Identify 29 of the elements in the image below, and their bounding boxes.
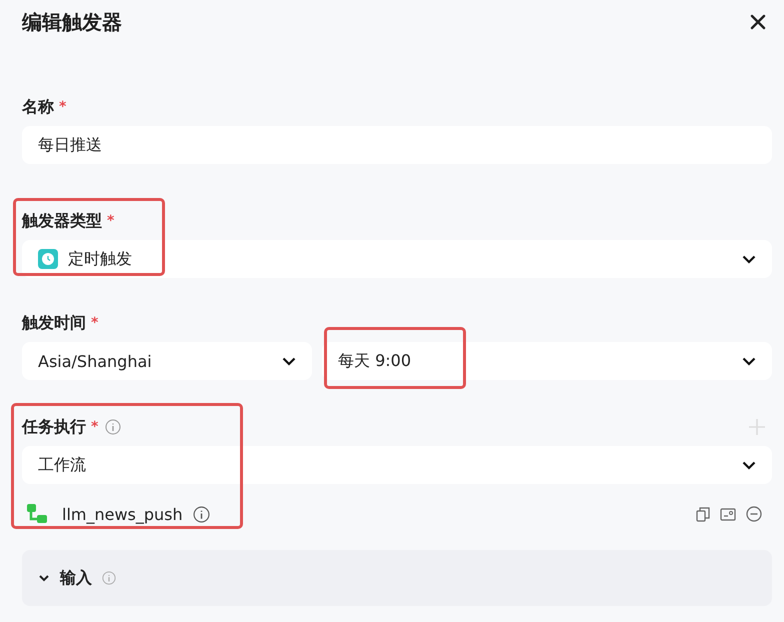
chevron-down-icon bbox=[282, 356, 296, 366]
info-icon bbox=[102, 571, 116, 585]
trigger-type-select[interactable]: 定时触发 bbox=[22, 240, 772, 278]
required-mark: * bbox=[59, 99, 66, 115]
required-mark: * bbox=[91, 419, 98, 435]
timezone-select[interactable]: Asia/Shanghai bbox=[22, 342, 312, 380]
field-label: 触发器类型 bbox=[22, 210, 102, 232]
close-icon[interactable] bbox=[750, 14, 766, 30]
chevron-down-icon bbox=[742, 254, 756, 264]
required-mark: * bbox=[91, 315, 98, 331]
name-field[interactable]: 每日推送 bbox=[22, 126, 772, 164]
required-mark: * bbox=[107, 213, 114, 229]
field-label: 名称 bbox=[22, 96, 54, 118]
workflow-icon bbox=[26, 503, 48, 525]
info-icon bbox=[192, 506, 210, 522]
field-label: 任务执行 bbox=[22, 416, 86, 438]
id-card-icon[interactable] bbox=[720, 508, 736, 520]
copy-icon[interactable] bbox=[696, 506, 710, 522]
field-label: 触发时间 bbox=[22, 312, 86, 334]
remove-icon[interactable] bbox=[746, 506, 762, 522]
task-type-select[interactable]: 工作流 bbox=[22, 446, 772, 484]
chevron-down-icon bbox=[742, 356, 756, 366]
info-icon bbox=[105, 419, 122, 435]
chevron-down-icon bbox=[742, 460, 756, 470]
clock-icon bbox=[38, 249, 58, 269]
workflow-name: llm_news_push bbox=[62, 504, 183, 524]
dialog-title: 编辑触发器 bbox=[22, 8, 122, 36]
section-label: 输入 bbox=[60, 568, 92, 588]
schedule-select[interactable]: 每天 9:00 bbox=[322, 342, 772, 380]
